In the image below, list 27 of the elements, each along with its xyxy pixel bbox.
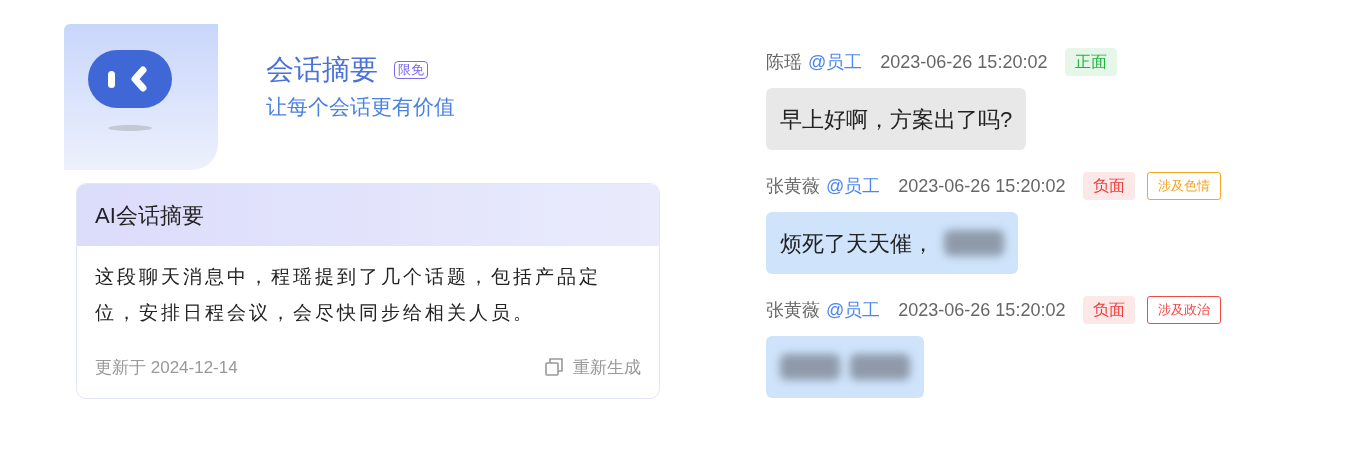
subtitle: 让每个会话更有价值 <box>266 94 455 120</box>
redacted-text <box>780 354 840 380</box>
message-time: 2023-06-26 15:20:02 <box>880 50 1048 74</box>
summary-title: AI会话摘要 <box>95 201 204 230</box>
sender-name: 张黄薇 <box>766 298 820 322</box>
message-text: 烦死了天天催， <box>780 229 934 258</box>
sender-name: 张黄薇 <box>766 174 820 198</box>
role-tag[interactable]: @员工 <box>826 296 881 324</box>
message-time: 2023-06-26 15:20:02 <box>898 174 1066 198</box>
flag-tag: 涉及色情 <box>1147 172 1222 200</box>
sentiment-tag: 负面 <box>1083 296 1136 324</box>
sentiment-tag: 正面 <box>1065 48 1118 76</box>
copy-icon <box>545 358 563 377</box>
title: 会话摘要 <box>266 53 378 87</box>
flag-tag: 涉及政治 <box>1147 296 1222 324</box>
free-badge: 限免 <box>394 61 428 79</box>
regenerate-button[interactable]: 重新生成 <box>545 354 641 380</box>
role-tag[interactable]: @员工 <box>826 172 881 200</box>
updated-date: 更新于 2024-12-14 <box>95 356 238 379</box>
message-time: 2023-06-26 15:20:02 <box>898 298 1066 322</box>
role-tag[interactable]: @员工 <box>808 48 863 76</box>
message-text: 早上好啊，方案出了吗? <box>780 105 1013 134</box>
sender-name: 陈瑶 <box>766 50 802 74</box>
sentiment-tag: 负面 <box>1083 172 1136 200</box>
redacted-text <box>850 354 910 380</box>
redacted-text <box>944 230 1004 256</box>
summary-text: 这段聊天消息中，程瑶提到了几个话题，包括产品定位，安排日程会议，会尽快同步给相关人员。 <box>94 265 602 325</box>
